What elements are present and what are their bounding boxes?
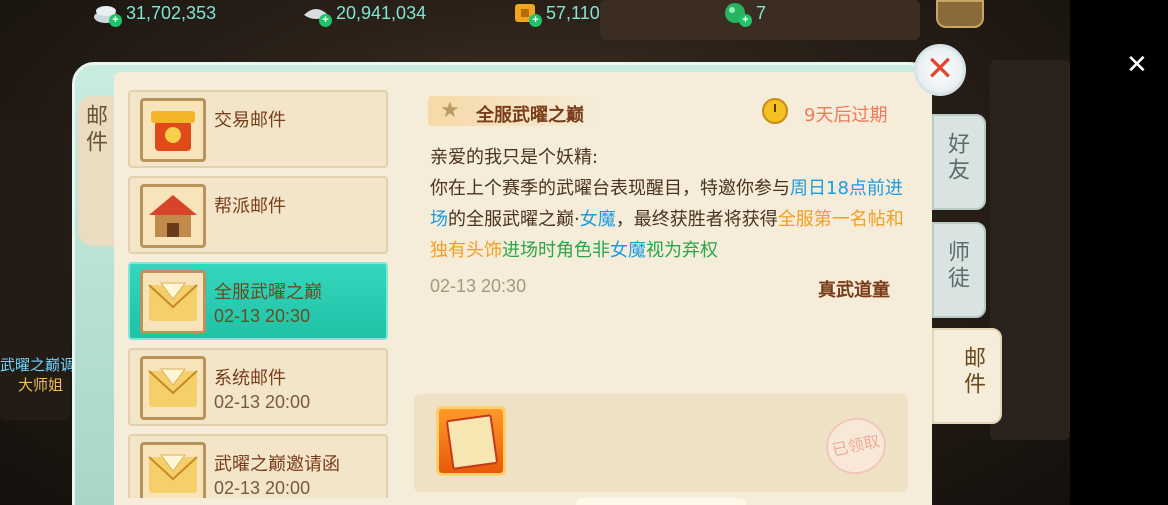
guild-mail-icon [140,184,206,248]
mail-title: 全服武曜之巅 [214,282,322,303]
silver-ingot-icon: + [302,1,332,27]
panel-side-title: 邮件 [78,96,114,246]
invitation-card-icon[interactable] [436,406,506,476]
mail-body-paragraph: 你在上个赛季的武曜台表现醒目，特邀你参与周日18点前进场的全服武曜之巅·女魔，最… [430,173,910,266]
letterbox-right [1070,0,1168,505]
mail-item-system[interactable]: 系统邮件 02-13 20:00 [128,348,388,426]
mail-date: 02-13 20:00 [214,392,311,412]
mail-title: 武曜之巅邀请函 [214,454,340,475]
mail-date: 02-13 20:30 [214,306,311,326]
envelope-icon [140,356,206,420]
bottom-action-button[interactable] [576,498,746,505]
close-panel-button[interactable]: ✕ [914,44,966,96]
plus-icon[interactable]: + [739,14,752,27]
currency-gold-coin[interactable]: + 57,110 [512,0,600,27]
currency-value: 20,941,034 [336,2,427,23]
currency-value: 57,110 [546,2,600,23]
body-text-segment: ，最终获胜者将获得 [615,209,778,230]
currency-green-gem[interactable]: + 7 [722,0,767,27]
mail-subject: 全服武曜之巅 [476,105,584,126]
currency-value: 31,702,353 [126,2,217,23]
envelope-icon [140,270,206,334]
npc-name: 大师姐 [18,377,64,394]
mail-item-guild[interactable]: 帮派邮件 [128,176,388,254]
tab-mail[interactable]: 邮件 [932,328,1002,424]
subject-banner: ★ 全服武曜之巅 [428,96,598,126]
currency-value: 7 [756,2,767,23]
mail-title: 帮派邮件 [214,196,286,217]
green-gem-icon: + [722,1,752,27]
mail-sender: 真武道童 [818,280,890,301]
mail-greeting: 亲爱的我只是个妖精: [430,147,599,168]
body-text-highlight: 视为弃权 [646,240,718,261]
score-badge-icon[interactable] [936,0,984,28]
body-text-highlight: 进场时角色非 [502,240,610,261]
close-icon: ✕ [925,49,955,89]
mail-item-invitation[interactable]: 武曜之巅邀请函 02-13 20:00 [128,434,388,498]
plus-icon[interactable]: + [529,14,542,27]
alarm-clock-icon [762,98,788,124]
tab-friends[interactable]: 好友 [932,114,986,210]
mail-list[interactable]: 交易邮件 帮派邮件 全服武曜之巅 02-13 20:30 系统邮件 02-13 … [128,88,390,498]
mail-body: 亲爱的我只是个妖精: 你在上个赛季的武曜台表现醒目，特邀你参与周日18点前进场的… [430,142,910,266]
plus-icon[interactable]: + [109,14,122,27]
trade-mail-icon [140,98,206,162]
expire-label: 9天后过期 [804,105,888,126]
star-icon: ★ [440,98,460,123]
mail-title: 交易邮件 [214,110,286,131]
envelope-icon [140,442,206,498]
silver-coins-icon: + [92,1,122,27]
mail-detail-header: ★ 全服武曜之巅 9天后过期 [428,96,906,126]
mail-item-trade[interactable]: 交易邮件 [128,90,388,168]
body-text-segment: 你在上个赛季的武曜台表现醒目，特邀你参与 [430,178,790,199]
card-graphic [445,414,499,470]
mail-date: 02-13 20:00 [214,478,311,498]
plus-icon[interactable]: + [319,14,332,27]
body-text-segment: 的全服武曜之巅· [448,209,580,230]
currency-silver-ingot[interactable]: + 20,941,034 [302,0,427,27]
currency-silver-coins[interactable]: + 31,702,353 [92,0,217,27]
body-text-highlight: 女魔 [579,209,616,230]
tab-mentor[interactable]: 师徒 [932,222,986,318]
body-text-highlight: 女魔 [610,240,646,261]
scene-prop [990,60,1070,440]
mail-title: 系统邮件 [214,368,286,389]
gold-coin-icon: + [512,1,542,27]
mail-item-wuyao-summit[interactable]: 全服武曜之巅 02-13 20:30 [128,262,388,340]
overlay-close-icon[interactable]: ✕ [1126,52,1148,78]
mail-time: 02-13 20:30 [430,276,527,296]
